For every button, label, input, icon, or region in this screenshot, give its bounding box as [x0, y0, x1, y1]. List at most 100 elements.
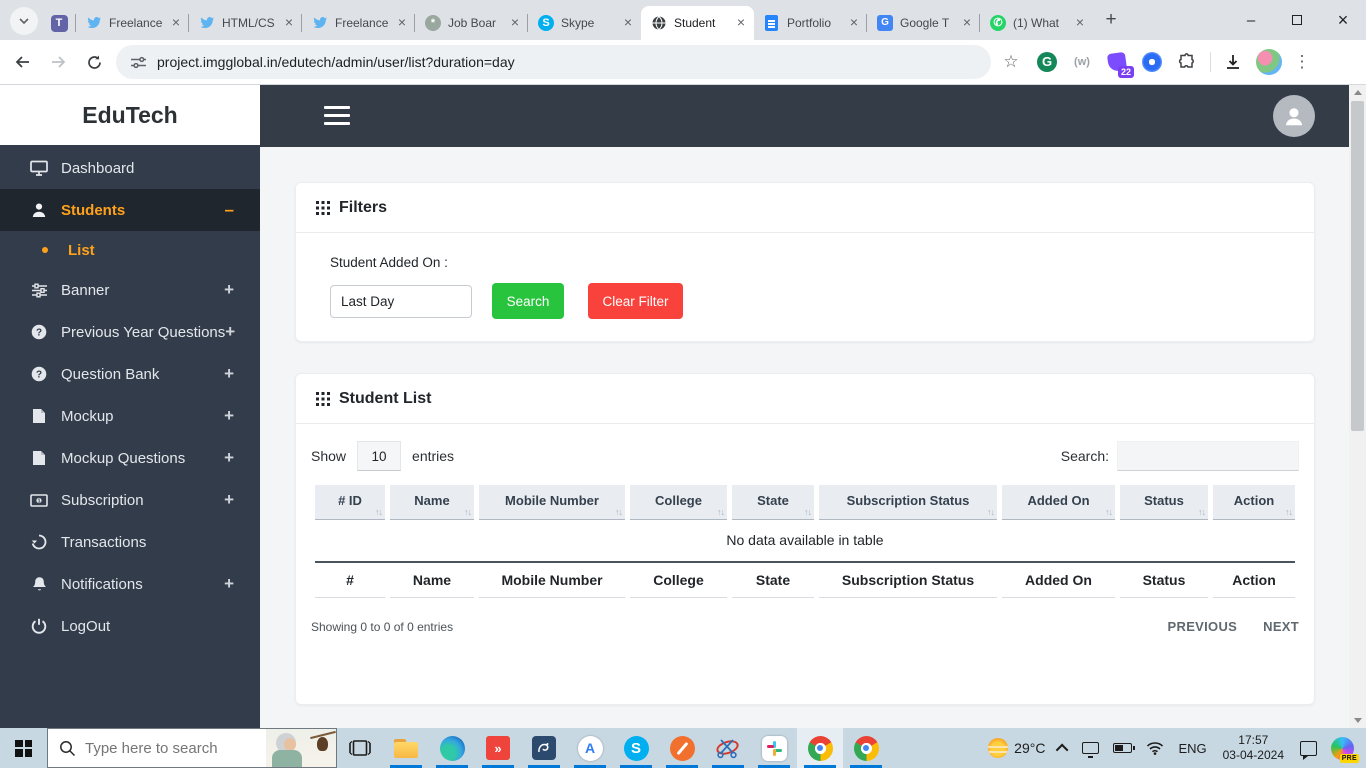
sort-icon[interactable]: ↑↓: [464, 507, 472, 517]
sort-icon[interactable]: ↑↓: [1198, 507, 1206, 517]
restore-button[interactable]: [1274, 0, 1320, 40]
search-highlight-image[interactable]: [266, 729, 336, 767]
bookmark-star-icon[interactable]: ☆: [997, 48, 1025, 76]
expand-icon[interactable]: +: [224, 364, 234, 384]
sidebar-item-question-bank[interactable]: ? Question Bank +: [0, 353, 260, 395]
column-header-name[interactable]: Name ↑↓: [390, 485, 474, 520]
hamburger-menu-icon[interactable]: [324, 106, 350, 130]
purple-extension-icon[interactable]: 22: [1104, 49, 1134, 78]
scroll-up-icon[interactable]: [1349, 85, 1366, 100]
sort-icon[interactable]: ↑↓: [375, 507, 383, 517]
tab-close-icon[interactable]: ×: [394, 15, 410, 31]
column-header-subscription[interactable]: Subscription Status ↑↓: [819, 485, 997, 520]
sidebar-item-transactions[interactable]: Transactions: [0, 521, 260, 563]
page-size-select[interactable]: 10: [357, 441, 402, 471]
grammarly-extension-icon[interactable]: G: [1034, 49, 1060, 75]
chrome-button-2[interactable]: [843, 728, 889, 768]
back-button[interactable]: [8, 48, 36, 76]
expand-icon[interactable]: +: [225, 322, 235, 342]
clock-widget[interactable]: 17:57 03-04-2024: [1214, 733, 1293, 763]
previous-page-button[interactable]: PREVIOUS: [1168, 619, 1238, 634]
next-page-button[interactable]: NEXT: [1263, 619, 1299, 634]
search-button[interactable]: Search: [492, 283, 564, 319]
page-scrollbar[interactable]: [1349, 85, 1366, 728]
chrome-button-active[interactable]: [797, 728, 843, 768]
brand-logo[interactable]: EduTech: [0, 85, 260, 145]
column-header-college[interactable]: College ↑↓: [630, 485, 727, 520]
sort-icon[interactable]: ↑↓: [717, 507, 725, 517]
battery-icon[interactable]: [1106, 728, 1139, 768]
column-header-added-on[interactable]: Added On ↑↓: [1002, 485, 1115, 520]
column-header-action[interactable]: Action ↑↓: [1213, 485, 1295, 520]
sidebar-item-mockup[interactable]: Mockup +: [0, 395, 260, 437]
downloads-button[interactable]: [1220, 49, 1246, 75]
start-button[interactable]: [0, 728, 47, 768]
tab-portfolio[interactable]: Portfolio ×: [754, 6, 867, 40]
expand-icon[interactable]: +: [224, 490, 234, 510]
expand-icon[interactable]: +: [224, 280, 234, 300]
url-text[interactable]: project.imgglobal.in/edutech/admin/user/…: [157, 54, 515, 70]
drafting-app-button[interactable]: A: [567, 728, 613, 768]
table-search-input[interactable]: [1117, 441, 1299, 471]
scrollbar-thumb[interactable]: [1351, 101, 1364, 431]
copilot-button[interactable]: PRE: [1324, 728, 1366, 768]
slack-button[interactable]: [751, 728, 797, 768]
sidebar-item-list[interactable]: List: [0, 231, 260, 269]
pgadmin-button[interactable]: [521, 728, 567, 768]
tab-close-icon[interactable]: ×: [507, 15, 523, 31]
browser-menu-icon[interactable]: ⋮: [1290, 52, 1314, 72]
file-explorer-button[interactable]: [383, 728, 429, 768]
column-header-id[interactable]: # ID ↑↓: [315, 485, 385, 520]
sort-icon[interactable]: ↑↓: [1105, 507, 1113, 517]
clear-filter-button[interactable]: Clear Filter: [588, 283, 683, 319]
column-header-state[interactable]: State ↑↓: [732, 485, 814, 520]
scroll-down-icon[interactable]: [1349, 713, 1366, 728]
sort-icon[interactable]: ↑↓: [804, 507, 812, 517]
tab-close-icon[interactable]: ×: [168, 15, 184, 31]
new-tab-button[interactable]: +: [1097, 7, 1125, 35]
tab-close-icon[interactable]: ×: [959, 15, 975, 31]
taskbar-search-input[interactable]: [85, 739, 266, 757]
tab-htmlcss[interactable]: HTML/CS ×: [188, 6, 302, 40]
close-window-button[interactable]: ×: [1320, 0, 1366, 40]
address-bar[interactable]: project.imgglobal.in/edutech/admin/user/…: [116, 45, 991, 79]
sort-icon[interactable]: ↑↓: [615, 507, 623, 517]
tab-student-active[interactable]: Student ×: [641, 6, 754, 40]
collapse-icon[interactable]: –: [225, 200, 234, 220]
tab-close-icon[interactable]: ×: [846, 15, 862, 31]
taskbar-search-box[interactable]: [47, 728, 337, 768]
extensions-puzzle-icon[interactable]: [1174, 49, 1200, 75]
snipping-tool-button[interactable]: [705, 728, 751, 768]
skype-button[interactable]: S: [613, 728, 659, 768]
expand-icon[interactable]: +: [224, 406, 234, 426]
browser-profile-avatar[interactable]: [1256, 49, 1282, 75]
duration-select[interactable]: Last Day: [330, 284, 472, 318]
site-settings-icon[interactable]: [130, 55, 147, 70]
edge-button[interactable]: [429, 728, 475, 768]
orange-pen-app-button[interactable]: [659, 728, 705, 768]
reload-button[interactable]: [80, 48, 108, 76]
tab-google-translate[interactable]: G Google T ×: [866, 6, 980, 40]
blue-extension-icon[interactable]: [1139, 49, 1165, 75]
tablet-mode-icon[interactable]: [1075, 728, 1106, 768]
tab-close-icon[interactable]: ×: [620, 15, 636, 31]
sidebar-item-subscription[interactable]: 1 Subscription +: [0, 479, 260, 521]
tab-search-chevron-icon[interactable]: [10, 7, 38, 35]
sidebar-item-mockup-questions[interactable]: Mockup Questions +: [0, 437, 260, 479]
user-avatar[interactable]: [1273, 95, 1315, 137]
language-indicator[interactable]: ENG: [1171, 728, 1213, 768]
sidebar-item-notifications[interactable]: Notifications +: [0, 563, 260, 605]
sidebar-item-dashboard[interactable]: Dashboard: [0, 147, 260, 189]
wayback-extension-icon[interactable]: (w): [1069, 49, 1095, 75]
column-header-mobile[interactable]: Mobile Number ↑↓: [479, 485, 625, 520]
expand-icon[interactable]: +: [224, 574, 234, 594]
tab-freelance-2[interactable]: Freelance ×: [301, 6, 415, 40]
sidebar-item-previous-year-questions[interactable]: ? Previous Year Questions +: [0, 311, 260, 353]
minimize-button[interactable]: –: [1228, 0, 1274, 40]
column-header-status[interactable]: Status ↑↓: [1120, 485, 1208, 520]
sort-icon[interactable]: ↑↓: [1285, 507, 1293, 517]
anydesk-button[interactable]: »: [475, 728, 521, 768]
expand-icon[interactable]: +: [224, 448, 234, 468]
wifi-icon[interactable]: [1139, 728, 1171, 768]
tab-skype[interactable]: S Skype ×: [527, 6, 641, 40]
